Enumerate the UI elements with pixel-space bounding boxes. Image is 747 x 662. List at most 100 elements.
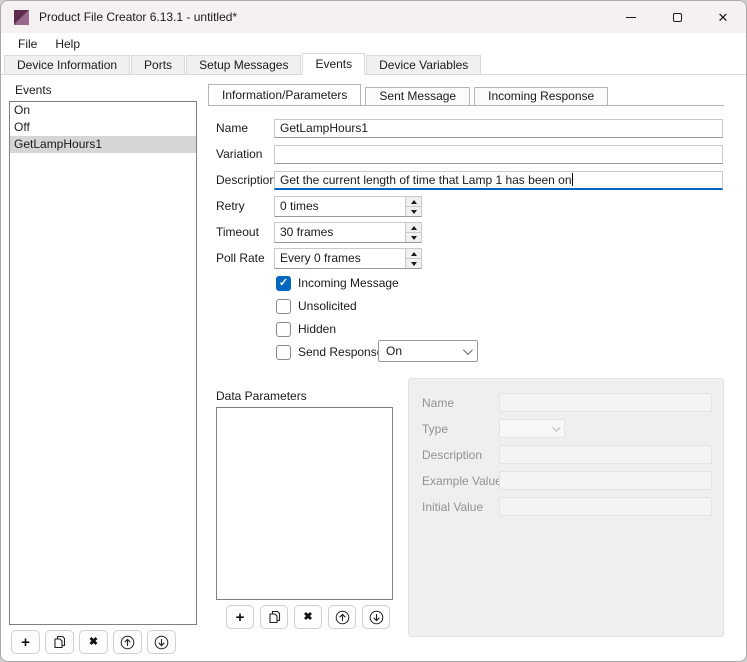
poll-rate-increment-button[interactable] <box>406 249 421 258</box>
tab-device-variables[interactable]: Device Variables <box>366 55 481 74</box>
arrow-down-circle-icon <box>369 610 384 625</box>
tab-device-information[interactable]: Device Information <box>4 55 130 74</box>
tab-events[interactable]: Events <box>302 53 365 75</box>
unsolicited-label: Unsolicited <box>298 299 357 313</box>
parameter-description-row: Description <box>409 445 723 465</box>
description-field[interactable]: Get the current length of time that Lamp… <box>274 171 723 190</box>
poll-rate-label: Poll Rate <box>216 249 265 268</box>
poll-rate-spinner[interactable]: Every 0 frames <box>274 248 422 269</box>
window-controls: ✕ <box>608 1 746 33</box>
variation-field[interactable] <box>274 145 723 164</box>
subtab-incoming-response[interactable]: Incoming Response <box>474 87 608 105</box>
app-logo-icon <box>14 10 29 25</box>
timeout-increment-button[interactable] <box>406 223 421 232</box>
delete-icon: ✖ <box>303 612 312 623</box>
spin-up-icon <box>411 200 417 204</box>
incoming-message-checkbox-row: Incoming Message <box>276 275 399 291</box>
add-event-button[interactable]: + <box>11 630 40 654</box>
poll-rate-value: Every 0 frames <box>275 249 405 268</box>
duplicate-parameter-button[interactable] <box>260 605 288 629</box>
subtab-sent-message[interactable]: Sent Message <box>365 87 470 105</box>
close-button[interactable]: ✕ <box>700 1 746 33</box>
arrow-down-circle-icon <box>154 635 169 650</box>
minimize-button[interactable] <box>608 1 654 33</box>
menu-help[interactable]: Help <box>46 35 89 53</box>
data-parameters-label: Data Parameters <box>216 389 307 403</box>
add-parameter-button[interactable]: + <box>226 605 254 629</box>
parameter-example-value-label: Example Value <box>422 471 502 491</box>
poll-rate-spin-buttons <box>405 249 421 268</box>
events-list-label: Events <box>15 83 52 97</box>
retry-decrement-button[interactable] <box>406 206 421 216</box>
description-label: Description <box>216 171 276 190</box>
event-list-item[interactable]: Off <box>10 119 196 136</box>
main-tab-strip: Device Information Ports Setup Messages … <box>1 54 746 75</box>
move-event-down-button[interactable] <box>147 630 176 654</box>
send-response-label: Send Response <box>298 345 383 359</box>
maximize-icon <box>673 13 682 22</box>
arrow-up-circle-icon <box>120 635 135 650</box>
incoming-message-checkbox[interactable] <box>276 276 291 291</box>
delete-event-button[interactable]: ✖ <box>79 630 108 654</box>
hidden-checkbox[interactable] <box>276 322 291 337</box>
unsolicited-checkbox[interactable] <box>276 299 291 314</box>
event-sub-tabs: Information/Parameters Sent Message Inco… <box>208 84 612 105</box>
send-response-dropdown-value: On <box>386 344 463 358</box>
send-response-dropdown[interactable]: On <box>378 340 478 362</box>
hidden-checkbox-row: Hidden <box>276 321 336 337</box>
menu-bar: File Help <box>1 33 746 54</box>
arrow-up-circle-icon <box>335 610 350 625</box>
tab-setup-messages[interactable]: Setup Messages <box>186 55 301 74</box>
retry-spin-buttons <box>405 197 421 216</box>
spin-down-icon <box>411 210 417 214</box>
menu-file[interactable]: File <box>9 35 46 53</box>
timeout-decrement-button[interactable] <box>406 232 421 242</box>
delete-icon: ✖ <box>89 637 98 648</box>
retry-spinner[interactable]: 0 times <box>274 196 422 217</box>
tab-ports[interactable]: Ports <box>131 55 185 74</box>
close-icon: ✕ <box>718 11 729 24</box>
retry-label: Retry <box>216 197 245 216</box>
subtab-information-parameters[interactable]: Information/Parameters <box>208 84 361 105</box>
name-value: GetLampHours1 <box>280 121 368 135</box>
events-page: Events On Off GetLampHours1 + ✖ <box>1 76 746 661</box>
parameter-name-row: Name <box>409 393 723 413</box>
name-field[interactable]: GetLampHours1 <box>274 119 723 138</box>
move-parameter-down-button[interactable] <box>362 605 390 629</box>
variation-label: Variation <box>216 145 262 164</box>
parameter-name-label: Name <box>422 393 454 413</box>
event-list-item[interactable]: On <box>10 102 196 119</box>
timeout-spin-buttons <box>405 223 421 242</box>
parameter-type-label: Type <box>422 419 448 439</box>
send-response-checkbox[interactable] <box>276 345 291 360</box>
data-parameters-list[interactable] <box>216 407 393 600</box>
maximize-button[interactable] <box>654 1 700 33</box>
events-list[interactable]: On Off GetLampHours1 <box>9 101 197 625</box>
description-value: Get the current length of time that Lamp… <box>280 173 572 187</box>
copy-icon <box>53 635 66 649</box>
spin-up-icon <box>411 226 417 230</box>
duplicate-event-button[interactable] <box>45 630 74 654</box>
poll-rate-decrement-button[interactable] <box>406 258 421 268</box>
delete-parameter-button[interactable]: ✖ <box>294 605 322 629</box>
parameter-type-row: Type <box>409 419 723 439</box>
parameter-name-field <box>499 393 712 412</box>
title-bar: Product File Creator 6.13.1 - untitled* … <box>1 1 746 33</box>
name-label: Name <box>216 119 248 138</box>
move-event-up-button[interactable] <box>113 630 142 654</box>
parameter-initial-value-label: Initial Value <box>422 497 483 517</box>
retry-increment-button[interactable] <box>406 197 421 206</box>
plus-icon: + <box>21 635 30 650</box>
hidden-label: Hidden <box>298 322 336 336</box>
spin-up-icon <box>411 252 417 256</box>
move-parameter-up-button[interactable] <box>328 605 356 629</box>
copy-icon <box>268 610 281 624</box>
unsolicited-checkbox-row: Unsolicited <box>276 298 357 314</box>
event-list-item[interactable]: GetLampHours1 <box>10 136 196 153</box>
data-parameters-toolbar: + ✖ <box>226 605 390 629</box>
minimize-icon <box>626 17 636 18</box>
text-caret <box>572 173 573 186</box>
timeout-spinner[interactable]: 30 frames <box>274 222 422 243</box>
parameter-initial-value-row: Initial Value <box>409 497 723 517</box>
subtab-divider <box>208 105 724 106</box>
